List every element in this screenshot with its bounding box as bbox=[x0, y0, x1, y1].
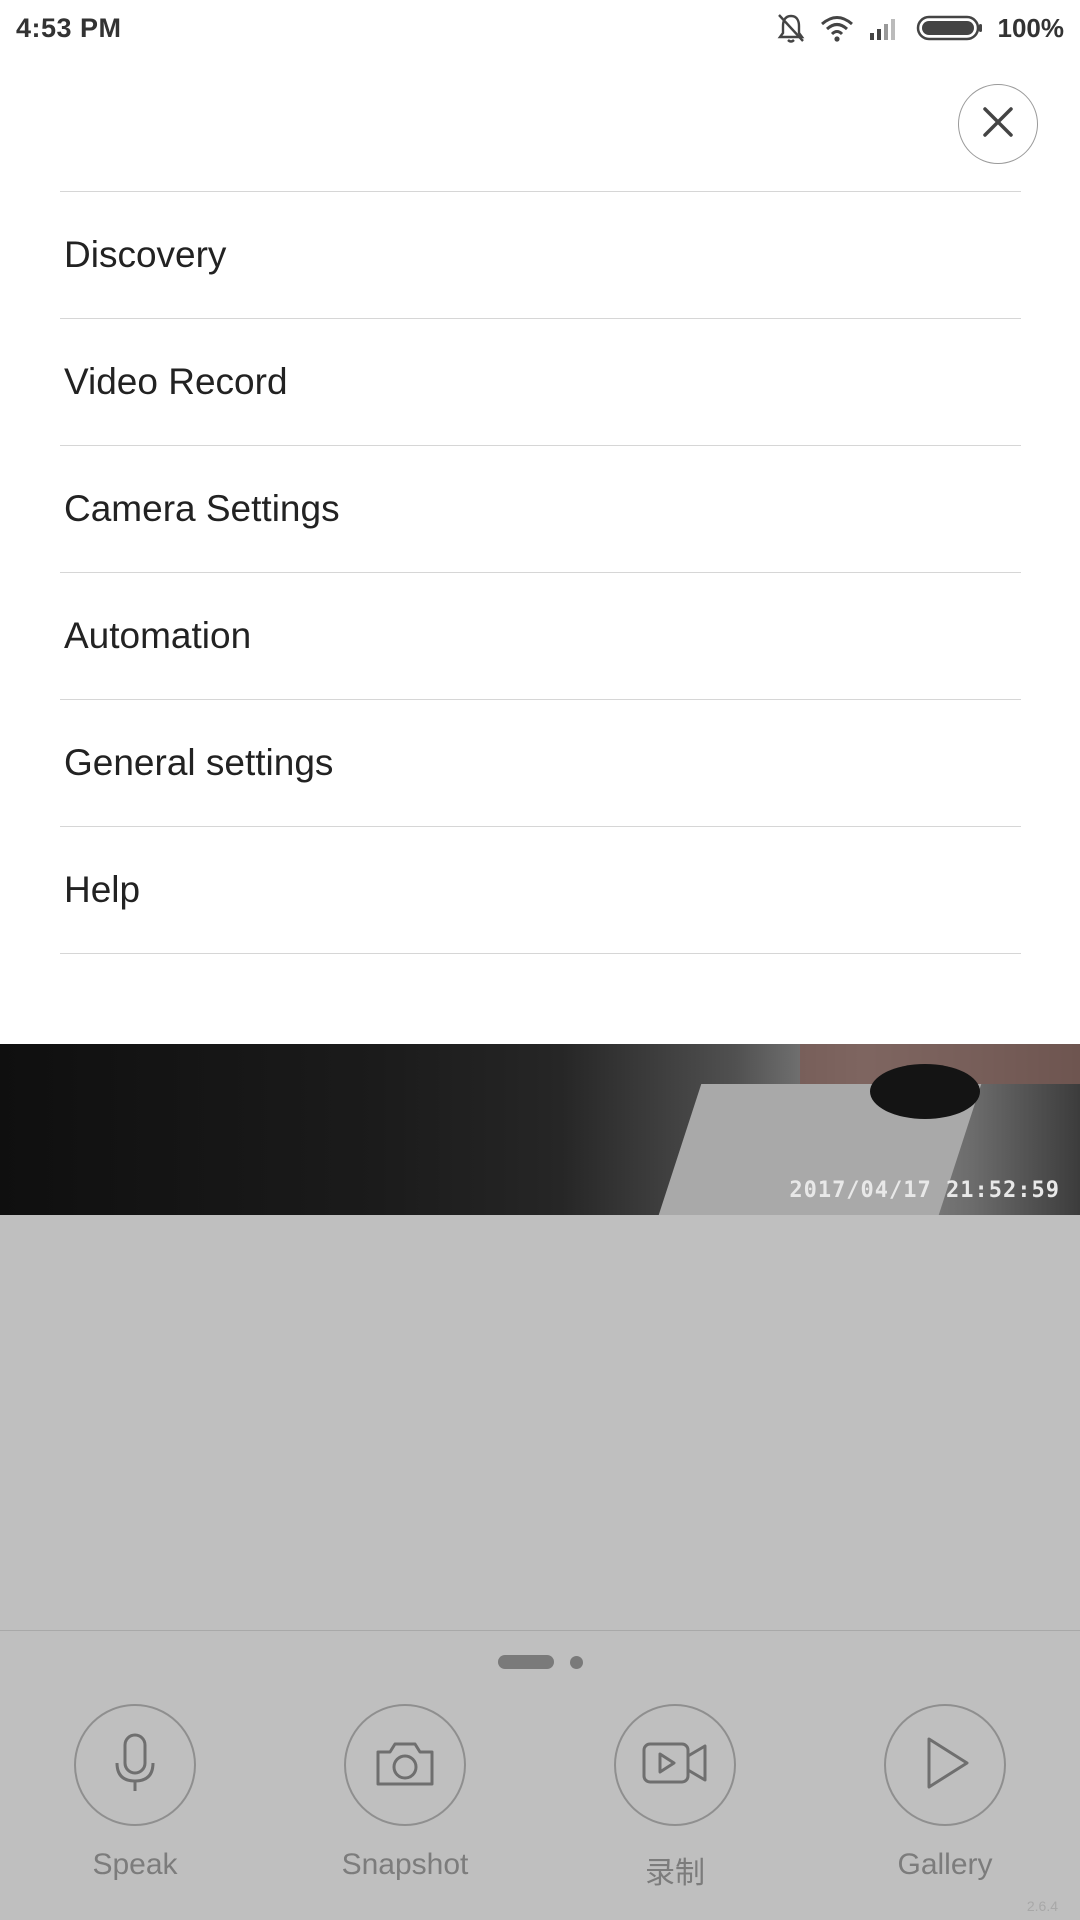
divider bbox=[0, 1630, 1080, 1631]
speak-circle[interactable] bbox=[74, 1704, 196, 1826]
close-icon bbox=[981, 105, 1015, 144]
menu-item-label: General settings bbox=[64, 742, 334, 783]
status-bar: 4:53 PM 100% bbox=[0, 0, 1080, 56]
battery-percentage: 100% bbox=[997, 12, 1065, 43]
camera-timestamp: 2017/04/17 21:52:59 bbox=[789, 1178, 1060, 1203]
page-indicator bbox=[498, 1655, 583, 1669]
microphone-icon bbox=[105, 1731, 165, 1800]
snapshot-circle[interactable] bbox=[344, 1704, 466, 1826]
gallery-button[interactable]: Gallery bbox=[845, 1704, 1045, 1882]
record-button[interactable]: 录制 bbox=[575, 1704, 775, 1892]
menu-item-label: Help bbox=[64, 869, 141, 910]
snapshot-label: Snapshot bbox=[341, 1848, 469, 1881]
camera-icon bbox=[372, 1736, 438, 1795]
camera-preview[interactable]: 2017/04/17 21:52:59 bbox=[0, 1044, 1080, 1215]
signal-icon bbox=[868, 15, 902, 41]
preview-scene-mouse bbox=[870, 1064, 980, 1119]
control-bar: Speak Snapshot 录制 Gallery bbox=[0, 1704, 1080, 1894]
battery-icon bbox=[916, 14, 984, 42]
close-button[interactable] bbox=[958, 84, 1038, 164]
page-indicator-dot bbox=[570, 1655, 583, 1669]
wifi-icon bbox=[820, 14, 854, 42]
record-circle[interactable] bbox=[614, 1704, 736, 1826]
menu-item-automation[interactable]: Automation bbox=[60, 573, 1021, 700]
speak-button[interactable]: Speak bbox=[35, 1704, 235, 1882]
menu-item-general-settings[interactable]: General settings bbox=[60, 700, 1021, 827]
menu-item-help[interactable]: Help bbox=[60, 827, 1021, 954]
version-text: 2.6.4 bbox=[1026, 1898, 1058, 1914]
play-icon bbox=[917, 1733, 973, 1798]
video-record-icon bbox=[639, 1736, 711, 1795]
gallery-label: Gallery bbox=[897, 1848, 993, 1881]
status-time: 4:53 PM bbox=[16, 12, 122, 43]
speak-label: Speak bbox=[92, 1848, 178, 1881]
menu-list: Discovery Video Record Camera Settings A… bbox=[60, 191, 1021, 954]
menu-item-video-record[interactable]: Video Record bbox=[60, 319, 1021, 446]
menu-item-label: Discovery bbox=[64, 234, 227, 275]
menu-item-label: Camera Settings bbox=[64, 488, 340, 529]
page-indicator-active bbox=[498, 1655, 554, 1669]
menu-item-discovery[interactable]: Discovery bbox=[60, 192, 1021, 319]
menu-item-label: Automation bbox=[64, 615, 252, 656]
status-icons: 100% bbox=[776, 12, 1065, 44]
menu-panel: Discovery Video Record Camera Settings A… bbox=[0, 56, 1080, 1044]
record-label: 录制 bbox=[645, 1857, 705, 1890]
snapshot-button[interactable]: Snapshot bbox=[305, 1704, 505, 1882]
menu-item-camera-settings[interactable]: Camera Settings bbox=[60, 446, 1021, 573]
gallery-circle[interactable] bbox=[884, 1704, 1006, 1826]
bell-muted-icon bbox=[776, 12, 806, 44]
menu-item-label: Video Record bbox=[64, 361, 288, 402]
